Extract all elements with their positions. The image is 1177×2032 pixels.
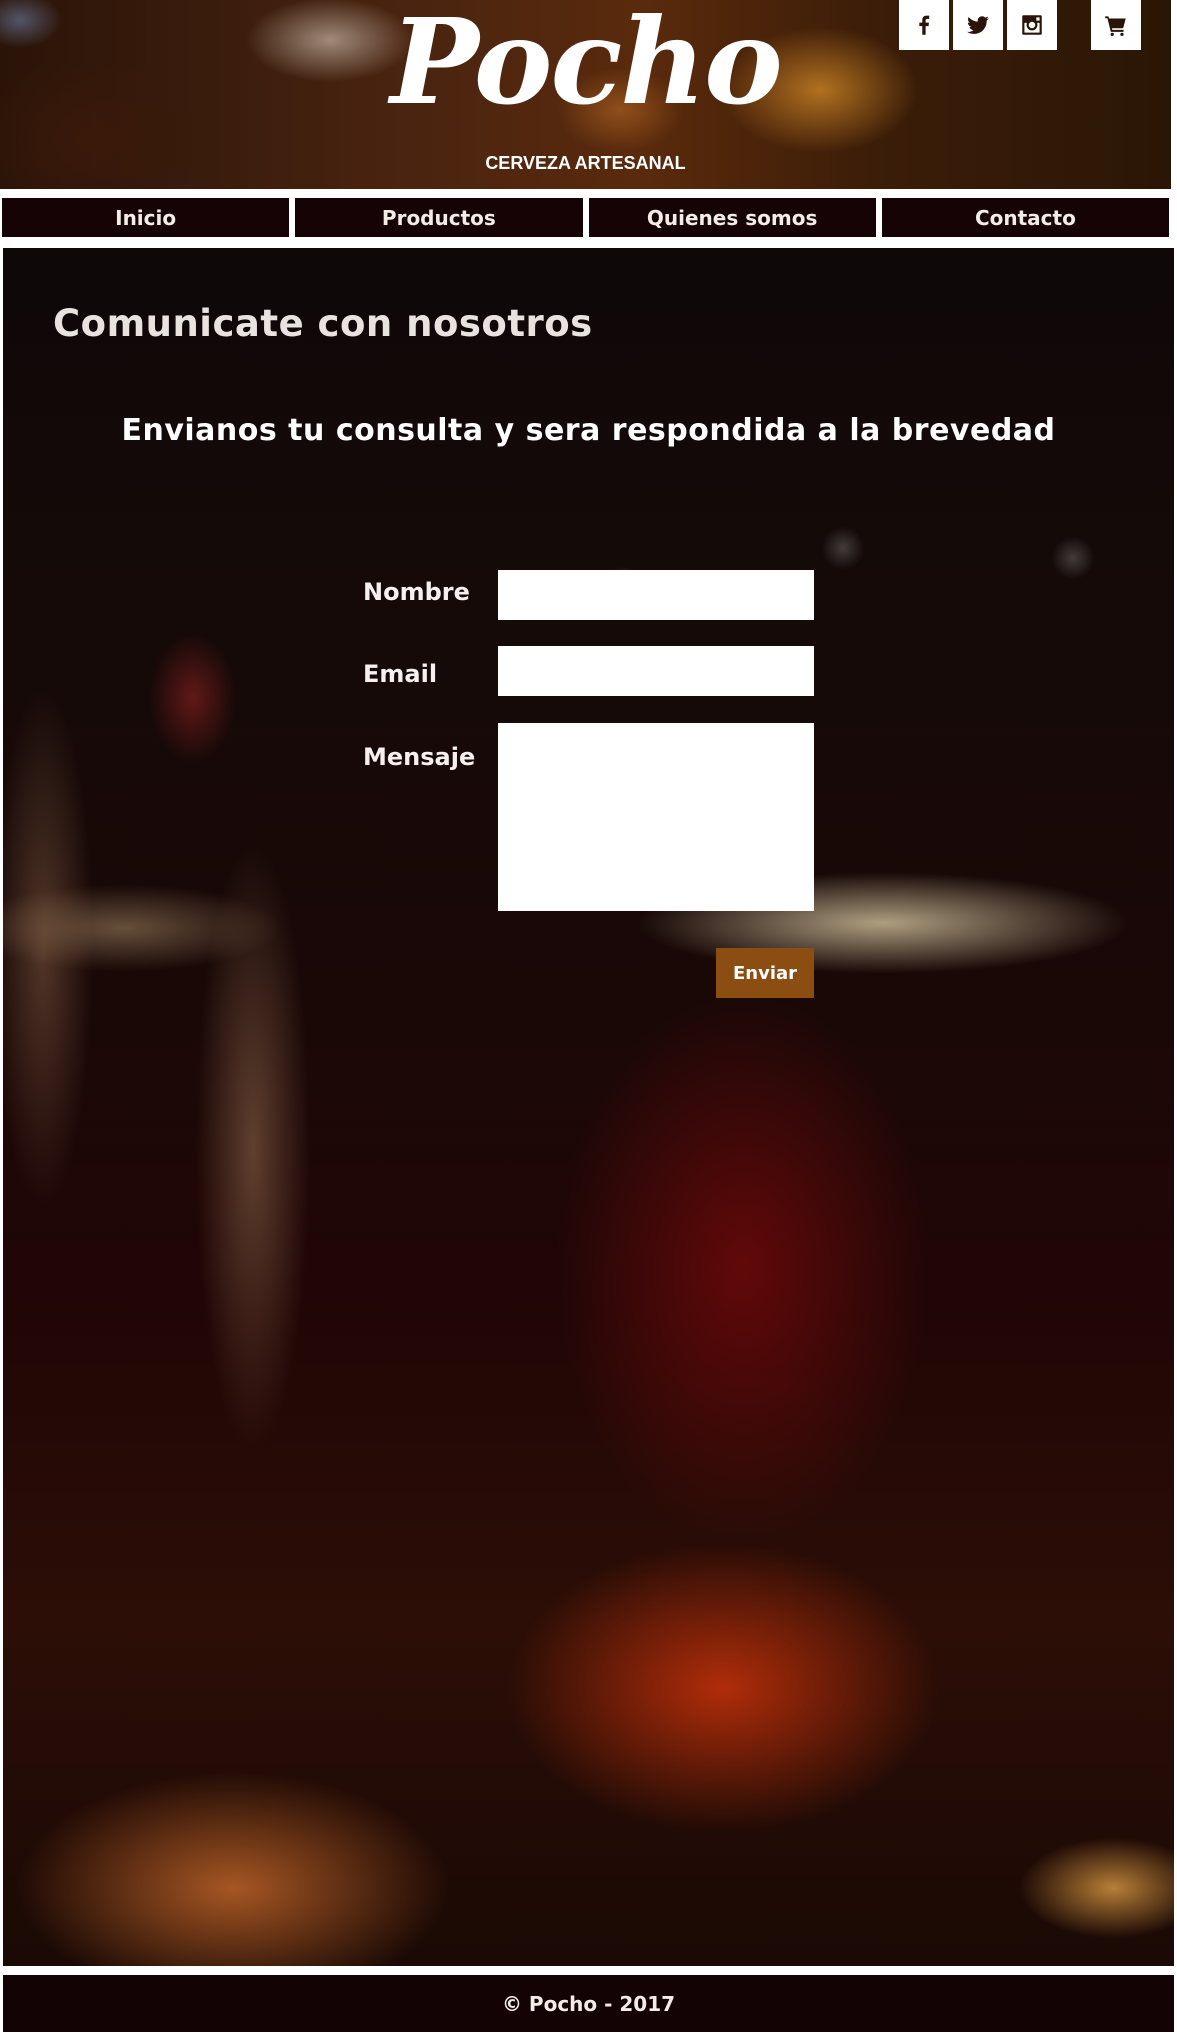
enviar-button[interactable]: Enviar xyxy=(716,948,814,998)
cart-button[interactable] xyxy=(1091,0,1141,50)
footer-copyright: © Pocho - 2017 xyxy=(501,1991,676,2016)
twitter-icon xyxy=(967,16,989,34)
nombre-input[interactable] xyxy=(498,570,814,620)
mensaje-label: Mensaje xyxy=(363,743,476,771)
email-label: Email xyxy=(363,660,438,688)
page-subtitle: Envianos tu consulta y sera respondida a… xyxy=(121,413,1056,448)
nav-item-contacto[interactable]: Contacto xyxy=(879,196,1171,239)
site-footer: © Pocho - 2017 xyxy=(3,1975,1174,2032)
instagram-icon xyxy=(1022,15,1042,35)
nav-item-productos[interactable]: Productos xyxy=(293,196,585,239)
site-header: Pocho CERVEZA ARTESANAL xyxy=(0,0,1171,189)
email-input[interactable] xyxy=(498,646,814,696)
cart-icon xyxy=(1105,16,1126,37)
nav-item-inicio[interactable]: Inicio xyxy=(0,196,292,239)
nav-item-quienes-somos[interactable]: Quienes somos xyxy=(586,196,878,239)
site-tagline: CERVEZA ARTESANAL xyxy=(485,153,686,173)
twitter-link[interactable] xyxy=(953,0,1003,50)
facebook-link[interactable] xyxy=(899,0,949,50)
contact-section: Comunicate con nosotros Envianos tu cons… xyxy=(3,248,1174,1966)
instagram-link[interactable] xyxy=(1007,0,1057,50)
page-title: Comunicate con nosotros xyxy=(53,302,593,345)
nombre-label: Nombre xyxy=(363,578,470,606)
main-nav: Inicio Productos Quienes somos Contacto xyxy=(0,196,1171,239)
facebook-icon xyxy=(919,15,930,35)
mensaje-textarea[interactable] xyxy=(498,723,814,911)
